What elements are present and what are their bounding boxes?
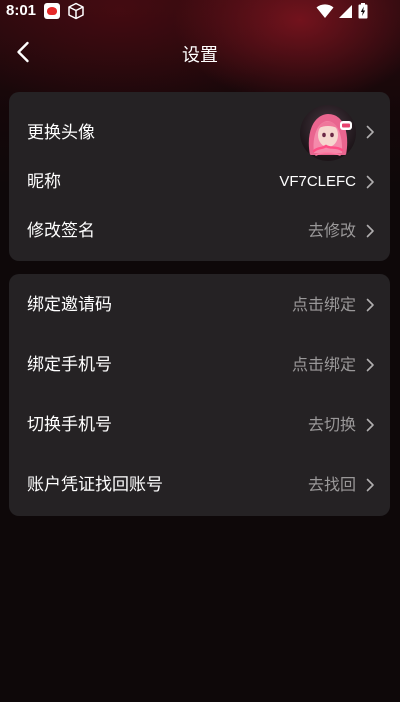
row-edit-signature[interactable]: 修改签名 去修改 [9,214,390,260]
signal-icon [339,5,352,18]
chevron-right-icon [366,478,374,492]
row-bind-phone[interactable]: 绑定手机号 点击绑定 [9,334,390,394]
row-label: 更换头像 [27,123,95,143]
status-icons [316,3,376,19]
row-recover-account[interactable]: 账户凭证找回账号 去找回 [9,454,390,516]
row-label: 账户凭证找回账号 [27,475,163,495]
row-label: 昵称 [27,172,61,192]
chevron-right-icon [366,175,374,189]
row-value: 点击绑定 [291,355,356,374]
row-label: 绑定手机号 [27,355,112,375]
row-change-avatar[interactable]: 更换头像 [9,92,390,174]
row-nickname[interactable]: 昵称 VF7CLEFC [9,166,390,212]
battery-charging-icon [358,3,368,19]
account-settings-card: 绑定邀请码 点击绑定 绑定手机号 点击绑定 切换手机号 去切换 账户凭证找回账号… [9,274,390,516]
row-label: 修改签名 [27,221,95,241]
chevron-right-icon [366,224,374,238]
signature-value: 去修改 [307,221,356,240]
app-notification-icon [44,3,60,19]
row-label: 切换手机号 [27,415,112,435]
row-bind-invite-code[interactable]: 绑定邀请码 点击绑定 [9,274,390,334]
chevron-right-icon [366,298,374,312]
chevron-right-icon [366,358,374,372]
chevron-right-icon [366,125,374,139]
page-title: 设置 [182,45,218,66]
row-value: 去找回 [307,475,356,494]
profile-settings-card: 更换头像 昵称 VF7CLEFC 修改签名 去修改 [9,92,390,261]
status-bar: 8:01 [0,0,400,22]
row-value: 点击绑定 [291,295,356,314]
wifi-icon [316,4,334,18]
avatar[interactable] [300,105,356,161]
chevron-right-icon [366,418,374,432]
row-label: 绑定邀请码 [27,295,112,315]
row-value: 去切换 [307,415,356,434]
status-time: 8:01 [6,2,37,19]
nav-bar: 设置 [0,32,400,72]
nickname-value: VF7CLEFC [279,173,356,190]
row-switch-phone[interactable]: 切换手机号 去切换 [9,394,390,454]
package-icon [68,2,84,20]
